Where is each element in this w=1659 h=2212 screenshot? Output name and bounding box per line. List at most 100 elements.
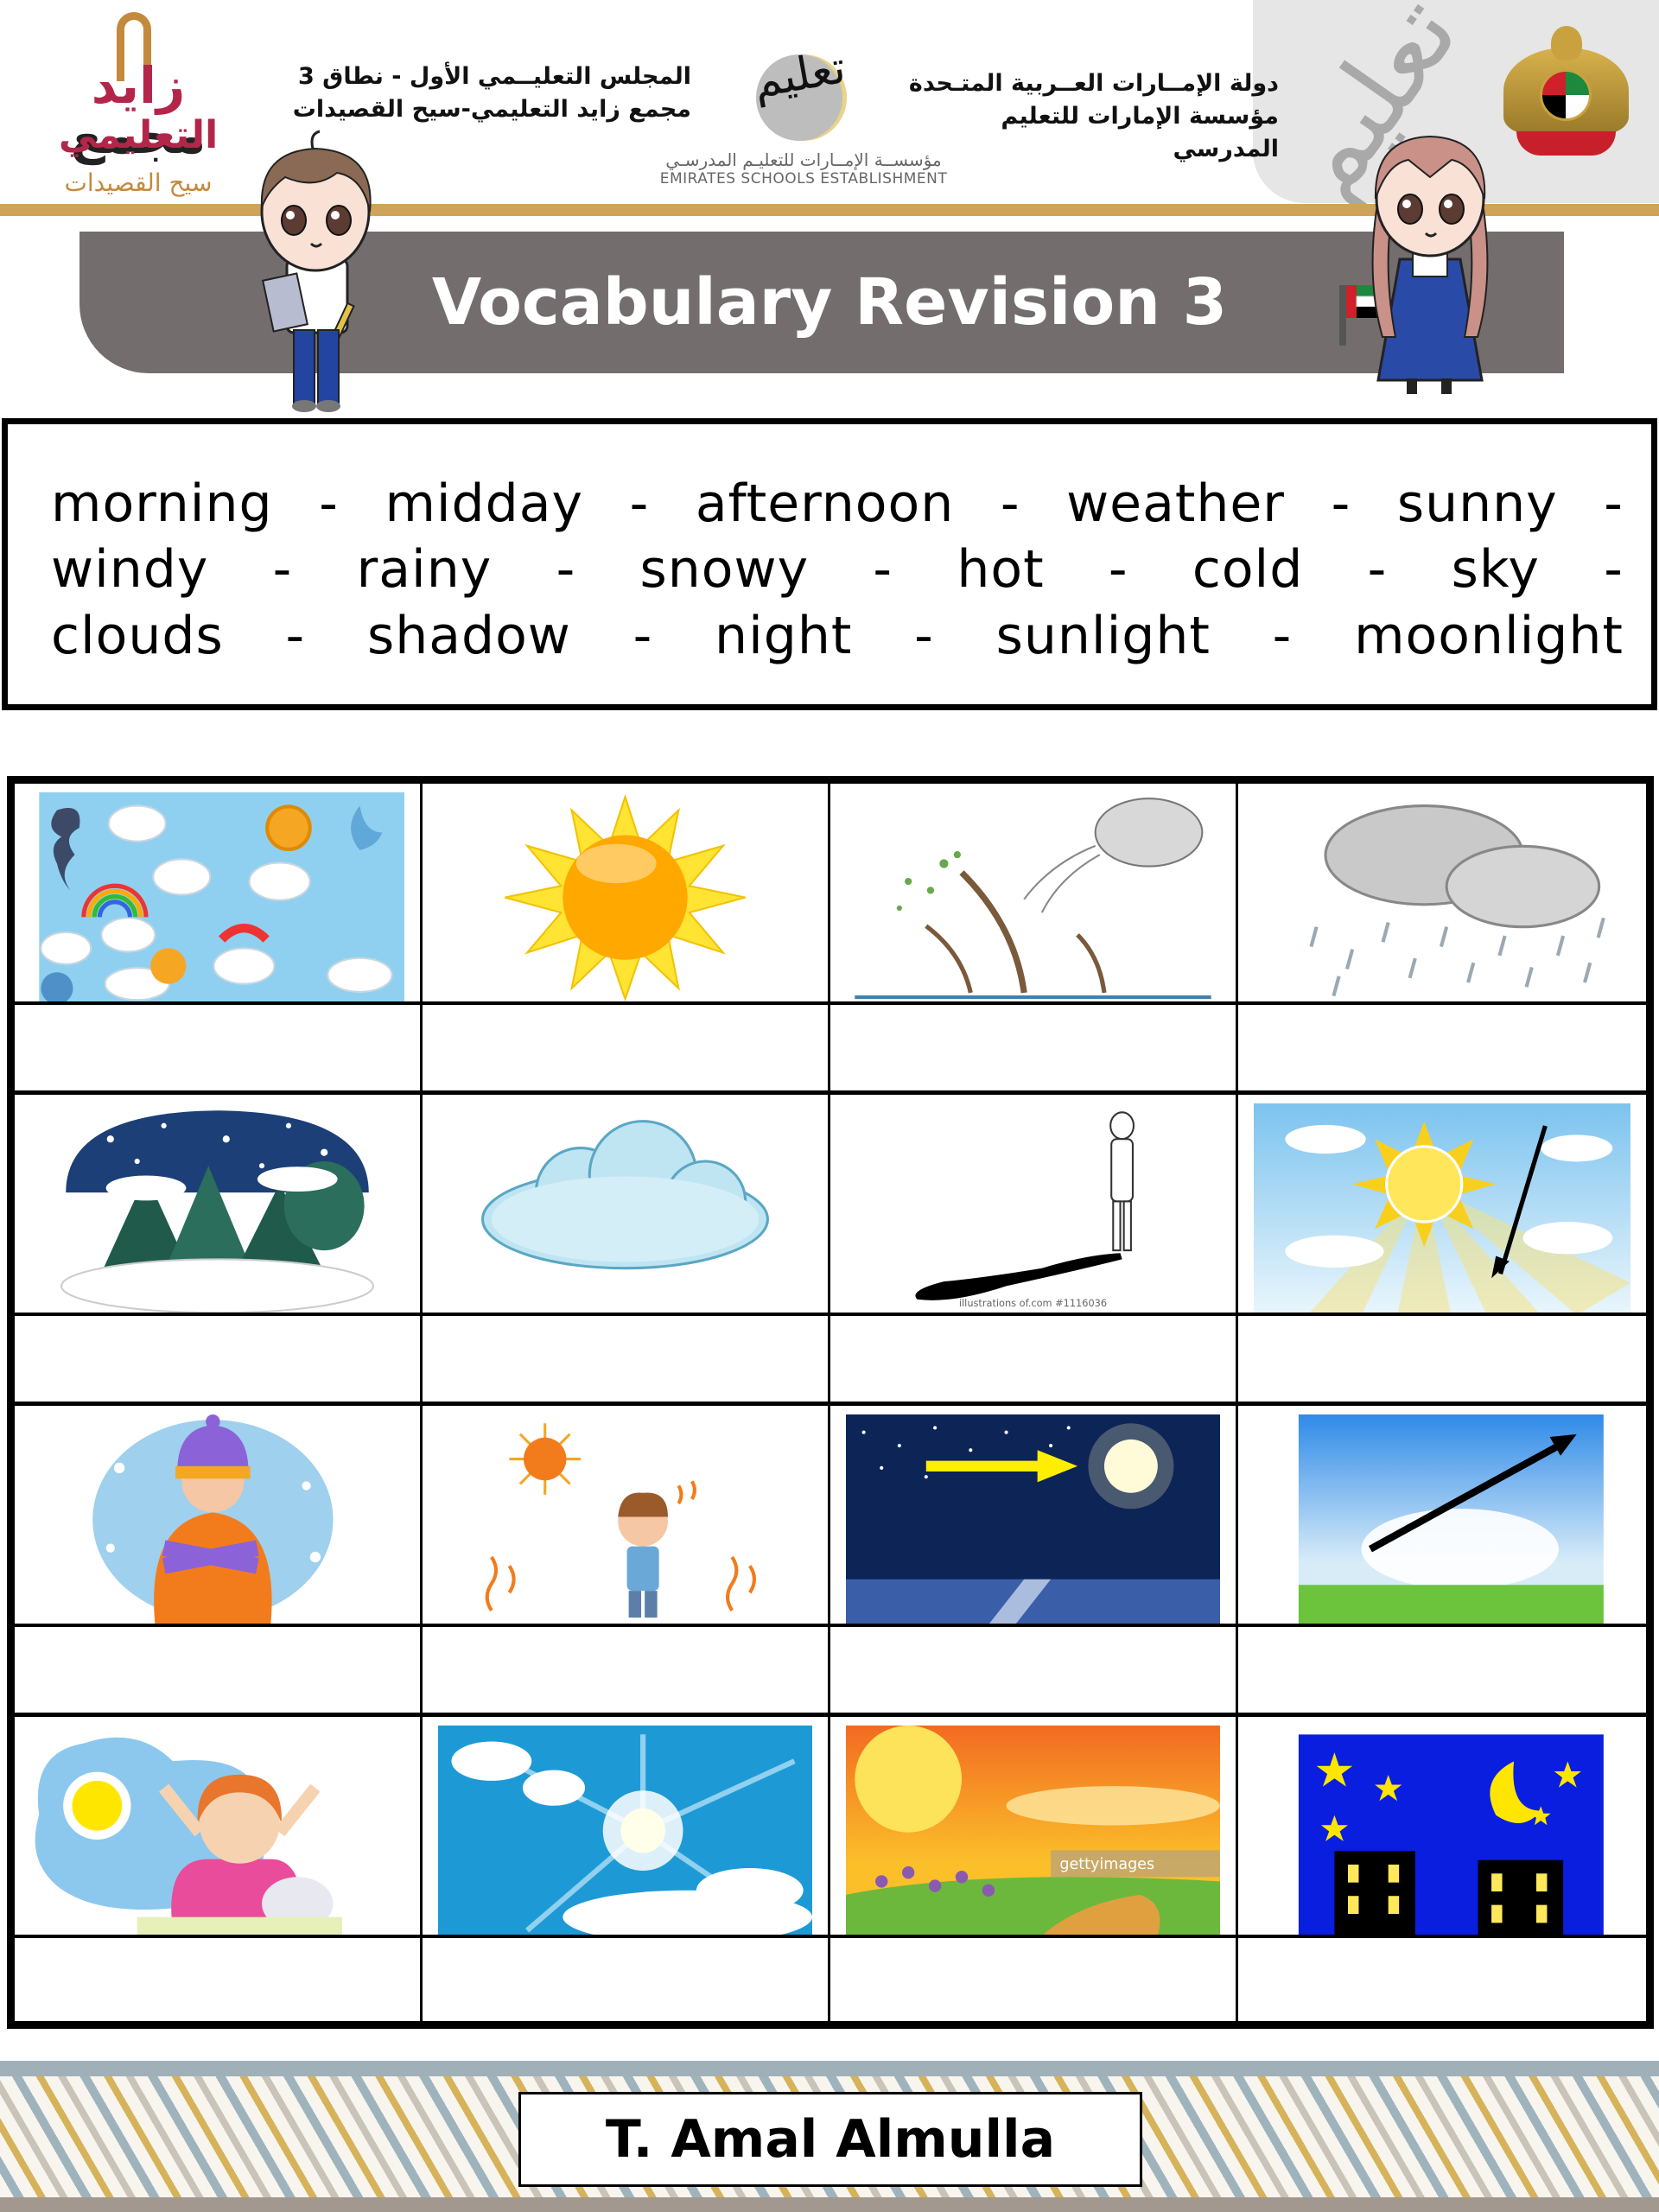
- uae-text: دولة الإمــارات العــربية المتـحدة مؤسسة…: [890, 67, 1279, 166]
- ese-english: EMIRATES SCHOOLS ESTABLISHMENT: [659, 170, 948, 188]
- picture-cell: [1238, 784, 1646, 1001]
- answer-input[interactable]: [1238, 1938, 1646, 2021]
- separator: -: [1108, 539, 1128, 600]
- separator: -: [285, 606, 306, 666]
- picture-row-2: illustrations of.com #1116036: [15, 1095, 1646, 1316]
- answer-input[interactable]: [15, 1316, 420, 1402]
- word-bank: morning - midday - afternoon - weather -…: [2, 418, 1657, 710]
- picture-row-1: [15, 784, 1646, 1005]
- separator: -: [914, 606, 934, 666]
- picture-cell: [1238, 1717, 1646, 1935]
- afternoon-picture: gettyimages: [846, 1726, 1220, 1935]
- answer-input[interactable]: [15, 1938, 420, 2021]
- answer-input[interactable]: [830, 1005, 1236, 1090]
- separator: -: [1000, 474, 1020, 534]
- uae-line-1: دولة الإمــارات العــربية المتـحدة: [908, 70, 1279, 97]
- word: afternoon: [695, 474, 955, 534]
- separator: -: [319, 474, 339, 534]
- hot-picture: [485, 1423, 757, 1618]
- separator: -: [632, 606, 653, 666]
- sun-picture: [505, 793, 746, 1001]
- word: windy: [51, 539, 209, 600]
- separator: -: [1367, 539, 1388, 600]
- word: sunlight: [995, 606, 1211, 666]
- answer-input[interactable]: [423, 1005, 828, 1090]
- separator: -: [873, 539, 893, 600]
- answer-input[interactable]: [1238, 1316, 1646, 1402]
- answer-input[interactable]: [830, 1938, 1236, 2021]
- separator: -: [1272, 606, 1293, 666]
- word: sky: [1451, 539, 1540, 600]
- picture-cell: [15, 1406, 423, 1624]
- sky-picture: [1298, 1414, 1604, 1624]
- answer-input[interactable]: [1238, 1627, 1646, 1713]
- uae-line-2: مؤسسة الإمارات للتعليم المدرسي: [1001, 103, 1279, 162]
- picture-cell: [1238, 1406, 1646, 1624]
- word: midday: [385, 474, 584, 534]
- picture-grid: illustrations of.com #1116036 gettyimage…: [7, 776, 1654, 2029]
- sunlight-picture: [1254, 1103, 1630, 1313]
- answer-input[interactable]: [830, 1316, 1236, 1402]
- rainy-clouds-picture: [1309, 804, 1605, 997]
- word: shadow: [366, 606, 571, 666]
- answer-row-2: [15, 1316, 1646, 1406]
- word: snowy: [639, 539, 810, 600]
- answer-row-3: [15, 1627, 1646, 1717]
- teacher-name: T. Amal Almulla: [518, 2092, 1142, 2187]
- picture-cell: [15, 1717, 423, 1935]
- shadow-caption: illustrations of.com #1116036: [959, 1297, 1107, 1309]
- morning-picture: [35, 1737, 342, 1935]
- word-bank-line-2: windy - rainy - snowy - hot - cold - sky…: [51, 543, 1624, 595]
- word: clouds: [51, 606, 224, 666]
- boy-character-icon: [260, 130, 372, 412]
- word: morning: [51, 474, 273, 534]
- weather-icons-collage-picture: [39, 792, 404, 1001]
- picture-cell: [1238, 1095, 1646, 1313]
- picture-row-4: gettyimages: [15, 1717, 1646, 1938]
- separator: -: [629, 474, 650, 534]
- answer-row-4: [15, 1938, 1646, 2021]
- picture-cell: [423, 784, 830, 1001]
- word-bank-line-3: clouds - shadow - night - sunlight - moo…: [51, 610, 1624, 662]
- shadow-picture: illustrations of.com #1116036: [915, 1111, 1135, 1309]
- moonlight-picture: [846, 1414, 1220, 1624]
- picture-cell: [423, 1717, 830, 1935]
- word: hot: [957, 539, 1045, 600]
- footer-band-top: [0, 2061, 1659, 2076]
- answer-input[interactable]: [15, 1005, 420, 1090]
- council-text: المجلس التعليــمي الأول - نطاق 3 مجمع زا…: [276, 60, 691, 126]
- zayed-school-logo: زايد مجمع التعليمي سيح القصيدات: [35, 9, 233, 199]
- separator: -: [272, 539, 293, 600]
- gettyimages-caption: gettyimages: [1059, 1856, 1154, 1873]
- snowy-landscape-picture: [60, 1110, 374, 1313]
- separator: -: [1604, 474, 1624, 534]
- answer-input[interactable]: [423, 1627, 828, 1713]
- picture-cell: [423, 1095, 830, 1313]
- picture-cell: [423, 1406, 830, 1624]
- picture-cell: gettyimages: [830, 1717, 1238, 1935]
- council-line-2: مجمع زايد التعليمي-سيح القصيدات: [292, 96, 691, 123]
- picture-cell: illustrations of.com #1116036: [830, 1095, 1238, 1313]
- answer-input[interactable]: [423, 1938, 828, 2021]
- answer-input[interactable]: [15, 1627, 420, 1713]
- picture-cell: [830, 784, 1238, 1001]
- picture-cell: [15, 1095, 423, 1313]
- uae-flag-disc-icon: [1540, 69, 1592, 121]
- answer-input[interactable]: [423, 1316, 828, 1402]
- night-picture: [1298, 1734, 1604, 1935]
- midday-sky-picture: [438, 1726, 812, 1935]
- separator: -: [1331, 474, 1351, 534]
- answer-input[interactable]: [1238, 1005, 1646, 1090]
- word: cold: [1192, 539, 1304, 600]
- picture-row-3: [15, 1406, 1646, 1627]
- cold-picture: [92, 1414, 334, 1624]
- answer-input[interactable]: [830, 1627, 1236, 1713]
- word: rainy: [356, 539, 493, 600]
- logo-line2: التعليمي: [58, 113, 219, 157]
- separator: -: [1604, 539, 1624, 600]
- word-bank-line-1: morning - midday - afternoon - weather -…: [51, 478, 1624, 530]
- girl-character-icon: [1339, 135, 1489, 394]
- footer: T. Amal Almulla: [0, 2061, 1659, 2212]
- word: moonlight: [1354, 606, 1624, 666]
- council-line-1: المجلس التعليــمي الأول - نطاق 3: [297, 63, 691, 90]
